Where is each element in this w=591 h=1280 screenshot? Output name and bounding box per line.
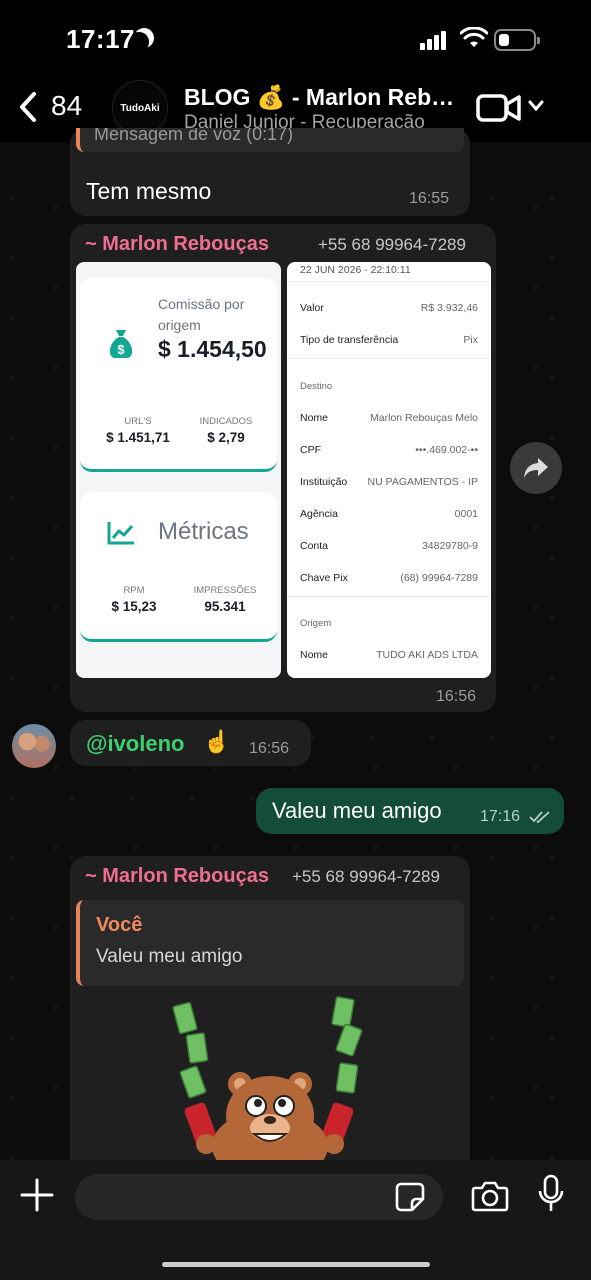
message-time: 16:56 <box>436 688 477 705</box>
urls-label: URL'S <box>124 416 152 427</box>
status-bar: 17:17 <box>0 0 591 80</box>
commission-card: $ Comissão por origem $ 1.454,50 URL'S $… <box>80 278 277 472</box>
moon-icon <box>131 25 157 51</box>
forward-arrow-icon <box>524 458 548 478</box>
money-bag-icon: $ <box>109 330 133 358</box>
wifi-icon <box>460 27 488 47</box>
signal-icon <box>420 30 450 50</box>
receipt-row-instituicao: Instituição NU PAGAMENTOS - IP <box>300 476 478 488</box>
mention-link[interactable]: @ivoleno <box>86 731 184 757</box>
commission-value: $ 1.454,50 <box>158 336 267 362</box>
receipt-row-tipo: Tipo de transferência Pix <box>300 334 478 346</box>
receipt-row-conta: Conta 34829780-9 <box>300 540 478 552</box>
camera-icon[interactable] <box>471 1180 509 1212</box>
unread-count[interactable]: 84 <box>51 90 82 122</box>
plus-icon[interactable] <box>20 1178 54 1212</box>
logo-text: TudoAki <box>120 102 160 114</box>
receipt-row-nome: Nome Marlon Rebouças Melo <box>300 412 478 424</box>
impressions-label: IMPRESSÕES <box>193 585 257 596</box>
forward-button[interactable] <box>510 442 562 494</box>
message-bubble[interactable]: Mensagem de voz (0:17) Tem mesmo 16:55 <box>70 128 470 216</box>
quoted-voice-message[interactable]: Mensagem de voz (0:17) <box>76 128 464 152</box>
impressions-value: 95.341 <box>204 599 246 614</box>
back-chevron-icon[interactable] <box>14 90 44 124</box>
video-call-icon[interactable] <box>476 92 522 124</box>
message-bubble[interactable]: ~ Marlon Rebouças +55 68 99964-7289 Você… <box>70 856 470 1166</box>
indicados-label: INDICADOS <box>199 416 253 427</box>
chat-title[interactable]: BLOG 💰 - Marlon Rebouças <box>184 84 459 111</box>
reply-text: Valeu meu amigo <box>96 946 243 967</box>
metrics-card: Métricas RPM $ 15,23 IMPRESSÕES 95.341 <box>80 492 277 642</box>
receipt-row-valor: Valor R$ 3.932,46 <box>300 302 478 314</box>
receipt-date: 22 JUN 2026 - 22:10:11 <box>300 264 411 276</box>
quoted-reply[interactable]: Você Valeu meu amigo <box>76 900 464 986</box>
outgoing-message-bubble[interactable]: Valeu meu amigo 17:16 <box>256 788 564 834</box>
indicados-value: $ 2,79 <box>207 430 245 445</box>
battery-icon <box>494 29 540 51</box>
message-text: Tem mesmo <box>86 178 212 204</box>
message-time: 16:56 <box>249 740 290 757</box>
sender-name[interactable]: ~ Marlon Rebouças <box>85 865 269 888</box>
receipt-row-chave-pix: Chave Pix (68) 99964-7289 <box>300 572 478 584</box>
receipt-row-origem-nome: Nome TUDO AKI ADS LTDA <box>300 649 478 661</box>
home-indicator <box>162 1262 430 1267</box>
message-text: Valeu meu amigo <box>272 798 442 823</box>
rpm-value: $ 15,23 <box>111 599 157 614</box>
chart-trend-icon <box>107 522 134 545</box>
receipt-section-origem: Origem <box>300 618 332 629</box>
bear-money-sticker[interactable] <box>170 996 370 1166</box>
chevron-down-icon[interactable] <box>528 100 544 112</box>
rpm-label: RPM <box>123 585 145 596</box>
quoted-text: Mensagem de voz (0:17) <box>94 128 294 144</box>
pointing-up-emoji: ☝️ <box>203 729 231 754</box>
receipt-section-destino: Destino <box>300 381 333 392</box>
status-time: 17:17 <box>66 24 135 54</box>
pix-receipt-image[interactable]: 22 JUN 2026 - 22:10:11 Valor R$ 3.932,46 … <box>287 262 491 678</box>
receipt-row-agencia: Agência 0001 <box>300 508 478 520</box>
sender-avatar[interactable] <box>12 724 56 768</box>
message-input[interactable] <box>75 1174 443 1220</box>
dashboard-image[interactable]: $ Comissão por origem $ 1.454,50 URL'S $… <box>76 262 281 678</box>
sender-phone: +55 68 99964-7289 <box>292 867 440 886</box>
receipt-row-cpf: CPF •••.469.002-•• <box>300 444 478 456</box>
message-bubble[interactable]: ~ Marlon Rebouças +55 68 99964-7289 $ Co… <box>70 224 496 712</box>
message-time: 16:55 <box>409 190 450 207</box>
urls-value: $ 1.451,71 <box>106 430 170 445</box>
message-bubble[interactable]: @ivoleno ☝️ 16:56 <box>70 720 311 766</box>
reply-author: Você <box>96 914 143 936</box>
commission-label: Comissão por origem <box>158 296 245 333</box>
metrics-title: Métricas <box>158 518 249 545</box>
double-check-icon <box>529 811 550 824</box>
sticker-icon[interactable] <box>395 1182 425 1212</box>
svg-text:$: $ <box>117 342 125 357</box>
sender-name[interactable]: ~ Marlon Rebouças <box>85 233 269 256</box>
sender-phone: +55 68 99964-7289 <box>318 235 466 254</box>
microphone-icon[interactable] <box>537 1174 565 1214</box>
message-time: 17:16 <box>480 808 521 825</box>
